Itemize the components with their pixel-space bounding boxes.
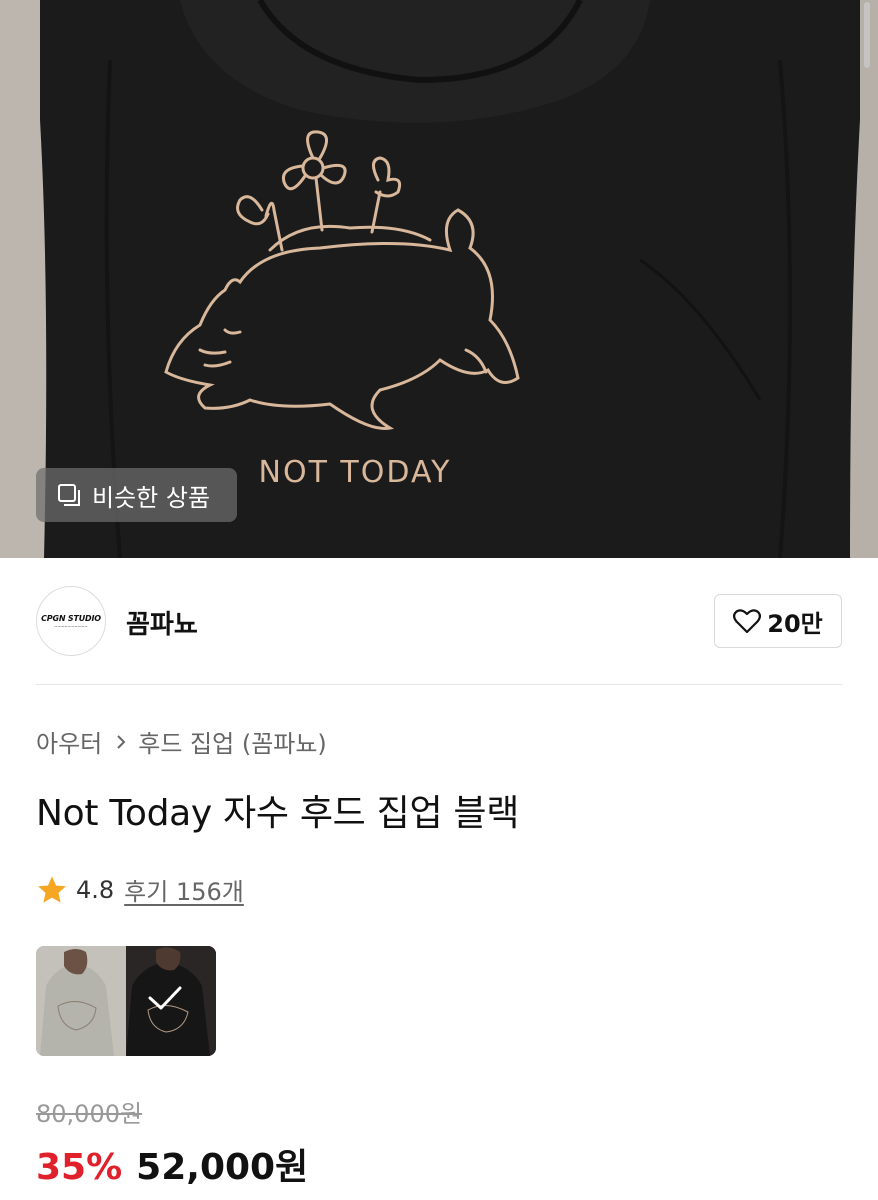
product-title: Not Today 자수 후드 집업 블랙 bbox=[36, 793, 520, 834]
chevron-right-icon bbox=[116, 734, 126, 750]
stacked-squares-icon bbox=[56, 482, 82, 508]
seller-row: CPGN STUDIO ~~~~~~~~~~ 꼼파뇨 20만 bbox=[36, 586, 842, 656]
checkmark-icon bbox=[148, 986, 182, 1010]
seller-logo-text: CPGN STUDIO bbox=[41, 613, 101, 623]
like-count: 20만 bbox=[767, 609, 823, 638]
rating-row: 4.8 후기 156개 bbox=[36, 872, 244, 907]
seller-avatar[interactable]: CPGN STUDIO ~~~~~~~~~~ bbox=[36, 586, 106, 656]
product-image[interactable]: NOT TODAY 비슷한 상품 bbox=[0, 0, 878, 558]
heart-icon bbox=[733, 608, 762, 634]
color-option-gray[interactable] bbox=[36, 946, 126, 1056]
like-button[interactable]: 20만 bbox=[714, 594, 842, 648]
similar-products-label: 비슷한 상품 bbox=[92, 483, 211, 512]
reviews-link[interactable]: 후기 156개 bbox=[124, 872, 244, 907]
seller-logo-decoration: ~~~~~~~~~~ bbox=[54, 623, 88, 629]
breadcrumb: 아우터 후드 집업 (꼼파뇨) bbox=[36, 724, 327, 759]
breadcrumb-category[interactable]: 아우터 bbox=[36, 724, 102, 759]
star-icon bbox=[36, 874, 68, 906]
original-price: 80,000원 bbox=[36, 1100, 143, 1128]
discount-rate: 35% bbox=[36, 1147, 123, 1188]
similar-products-button[interactable]: 비슷한 상품 bbox=[36, 468, 237, 522]
price-row: 35% 52,000원 bbox=[36, 1138, 308, 1190]
breadcrumb-subcategory[interactable]: 후드 집업 (꼼파뇨) bbox=[138, 724, 327, 759]
color-option-black[interactable] bbox=[126, 946, 216, 1056]
scrollbar-thumb[interactable] bbox=[864, 2, 870, 68]
sale-price: 52,000원 bbox=[136, 1147, 309, 1188]
seller-name[interactable]: 꼼파뇨 bbox=[126, 604, 198, 641]
color-options bbox=[36, 946, 216, 1056]
embroidery-text: NOT TODAY bbox=[259, 455, 452, 490]
rating-score: 4.8 bbox=[76, 875, 115, 904]
divider bbox=[36, 684, 842, 685]
